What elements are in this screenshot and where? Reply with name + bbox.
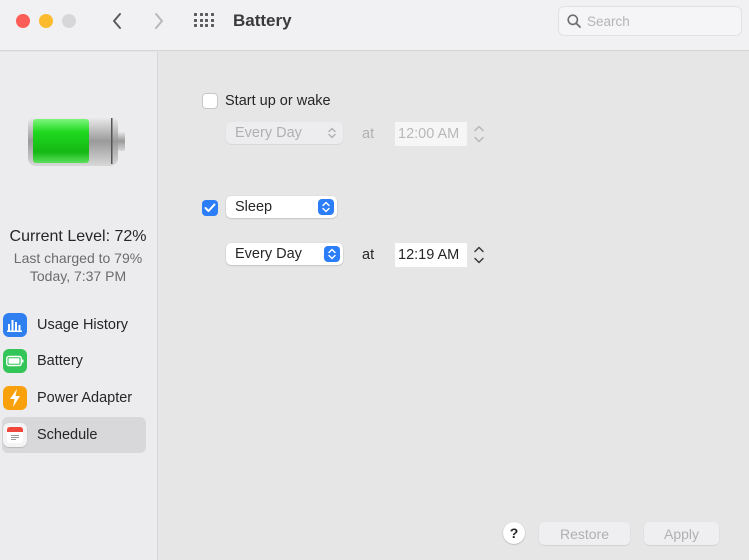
last-charged-info: Last charged to 79% Today, 7:37 PM [0, 249, 156, 285]
startup-at-label: at [362, 126, 375, 142]
updown-chevron-icon [324, 125, 340, 141]
startup-checkbox[interactable] [202, 93, 218, 109]
chevron-left-icon [113, 13, 121, 29]
checkmark-icon [204, 203, 216, 212]
last-charged-label: Last charged to 79% [13, 250, 143, 266]
updown-chevron-icon [324, 246, 340, 262]
sidebar: Current Level: 72% Last charged to 79% T… [0, 52, 158, 560]
bar-chart-icon [3, 313, 27, 337]
sidebar-item-label: Battery [37, 353, 83, 369]
help-button[interactable]: ? [503, 522, 525, 544]
search-field[interactable] [558, 6, 742, 36]
lightning-icon [3, 386, 27, 410]
search-icon [567, 14, 581, 28]
window-title: Battery [233, 11, 292, 30]
calendar-icon [3, 423, 27, 447]
sleep-time-stepper[interactable] [472, 243, 486, 267]
sleep-time-field[interactable]: 12:19 AM [395, 243, 467, 267]
sidebar-item-label: Usage History [37, 317, 129, 333]
apply-button[interactable]: Apply [644, 522, 719, 545]
forward-button[interactable] [147, 9, 171, 33]
startup-repeat-popup[interactable]: Every Day [226, 122, 343, 144]
title-bar: Battery [0, 0, 749, 51]
chevron-right-icon [155, 13, 163, 29]
last-charged-time: Today, 7:37 PM [29, 268, 127, 284]
updown-chevron-icon [318, 199, 334, 215]
zoom-button[interactable] [62, 14, 76, 28]
search-input[interactable] [587, 13, 727, 29]
show-all-grid-icon[interactable] [193, 12, 217, 30]
close-button[interactable] [16, 14, 30, 28]
battery-level-icon [28, 116, 125, 166]
startup-repeat-value: Every Day [235, 125, 302, 141]
sleep-repeat-value: Every Day [235, 246, 302, 262]
sidebar-item-label: Power Adapter [37, 390, 133, 406]
battery-fill [33, 119, 89, 163]
sidebar-item-label: Schedule [37, 427, 98, 443]
startup-time-stepper[interactable] [472, 122, 486, 146]
sidebar-item-battery[interactable]: Battery [2, 343, 146, 379]
sleep-checkbox[interactable] [202, 200, 218, 216]
startup-label: Start up or wake [225, 93, 331, 109]
minimize-button[interactable] [39, 14, 53, 28]
restore-button[interactable]: Restore [539, 522, 630, 545]
sleep-action-value: Sleep [235, 199, 273, 215]
sleep-at-label: at [362, 247, 375, 263]
battery-icon [3, 349, 27, 373]
sleep-action-popup[interactable]: Sleep [226, 196, 337, 218]
back-button[interactable] [105, 9, 129, 33]
sidebar-item-power-adapter[interactable]: Power Adapter [2, 380, 146, 416]
startup-time-field[interactable]: 12:00 AM [395, 122, 467, 146]
sidebar-item-schedule[interactable]: Schedule [2, 417, 146, 453]
current-level-label: Current Level: 72% [9, 228, 147, 245]
sidebar-item-usage-history[interactable]: Usage History [2, 307, 146, 343]
sleep-repeat-popup[interactable]: Every Day [226, 243, 343, 265]
